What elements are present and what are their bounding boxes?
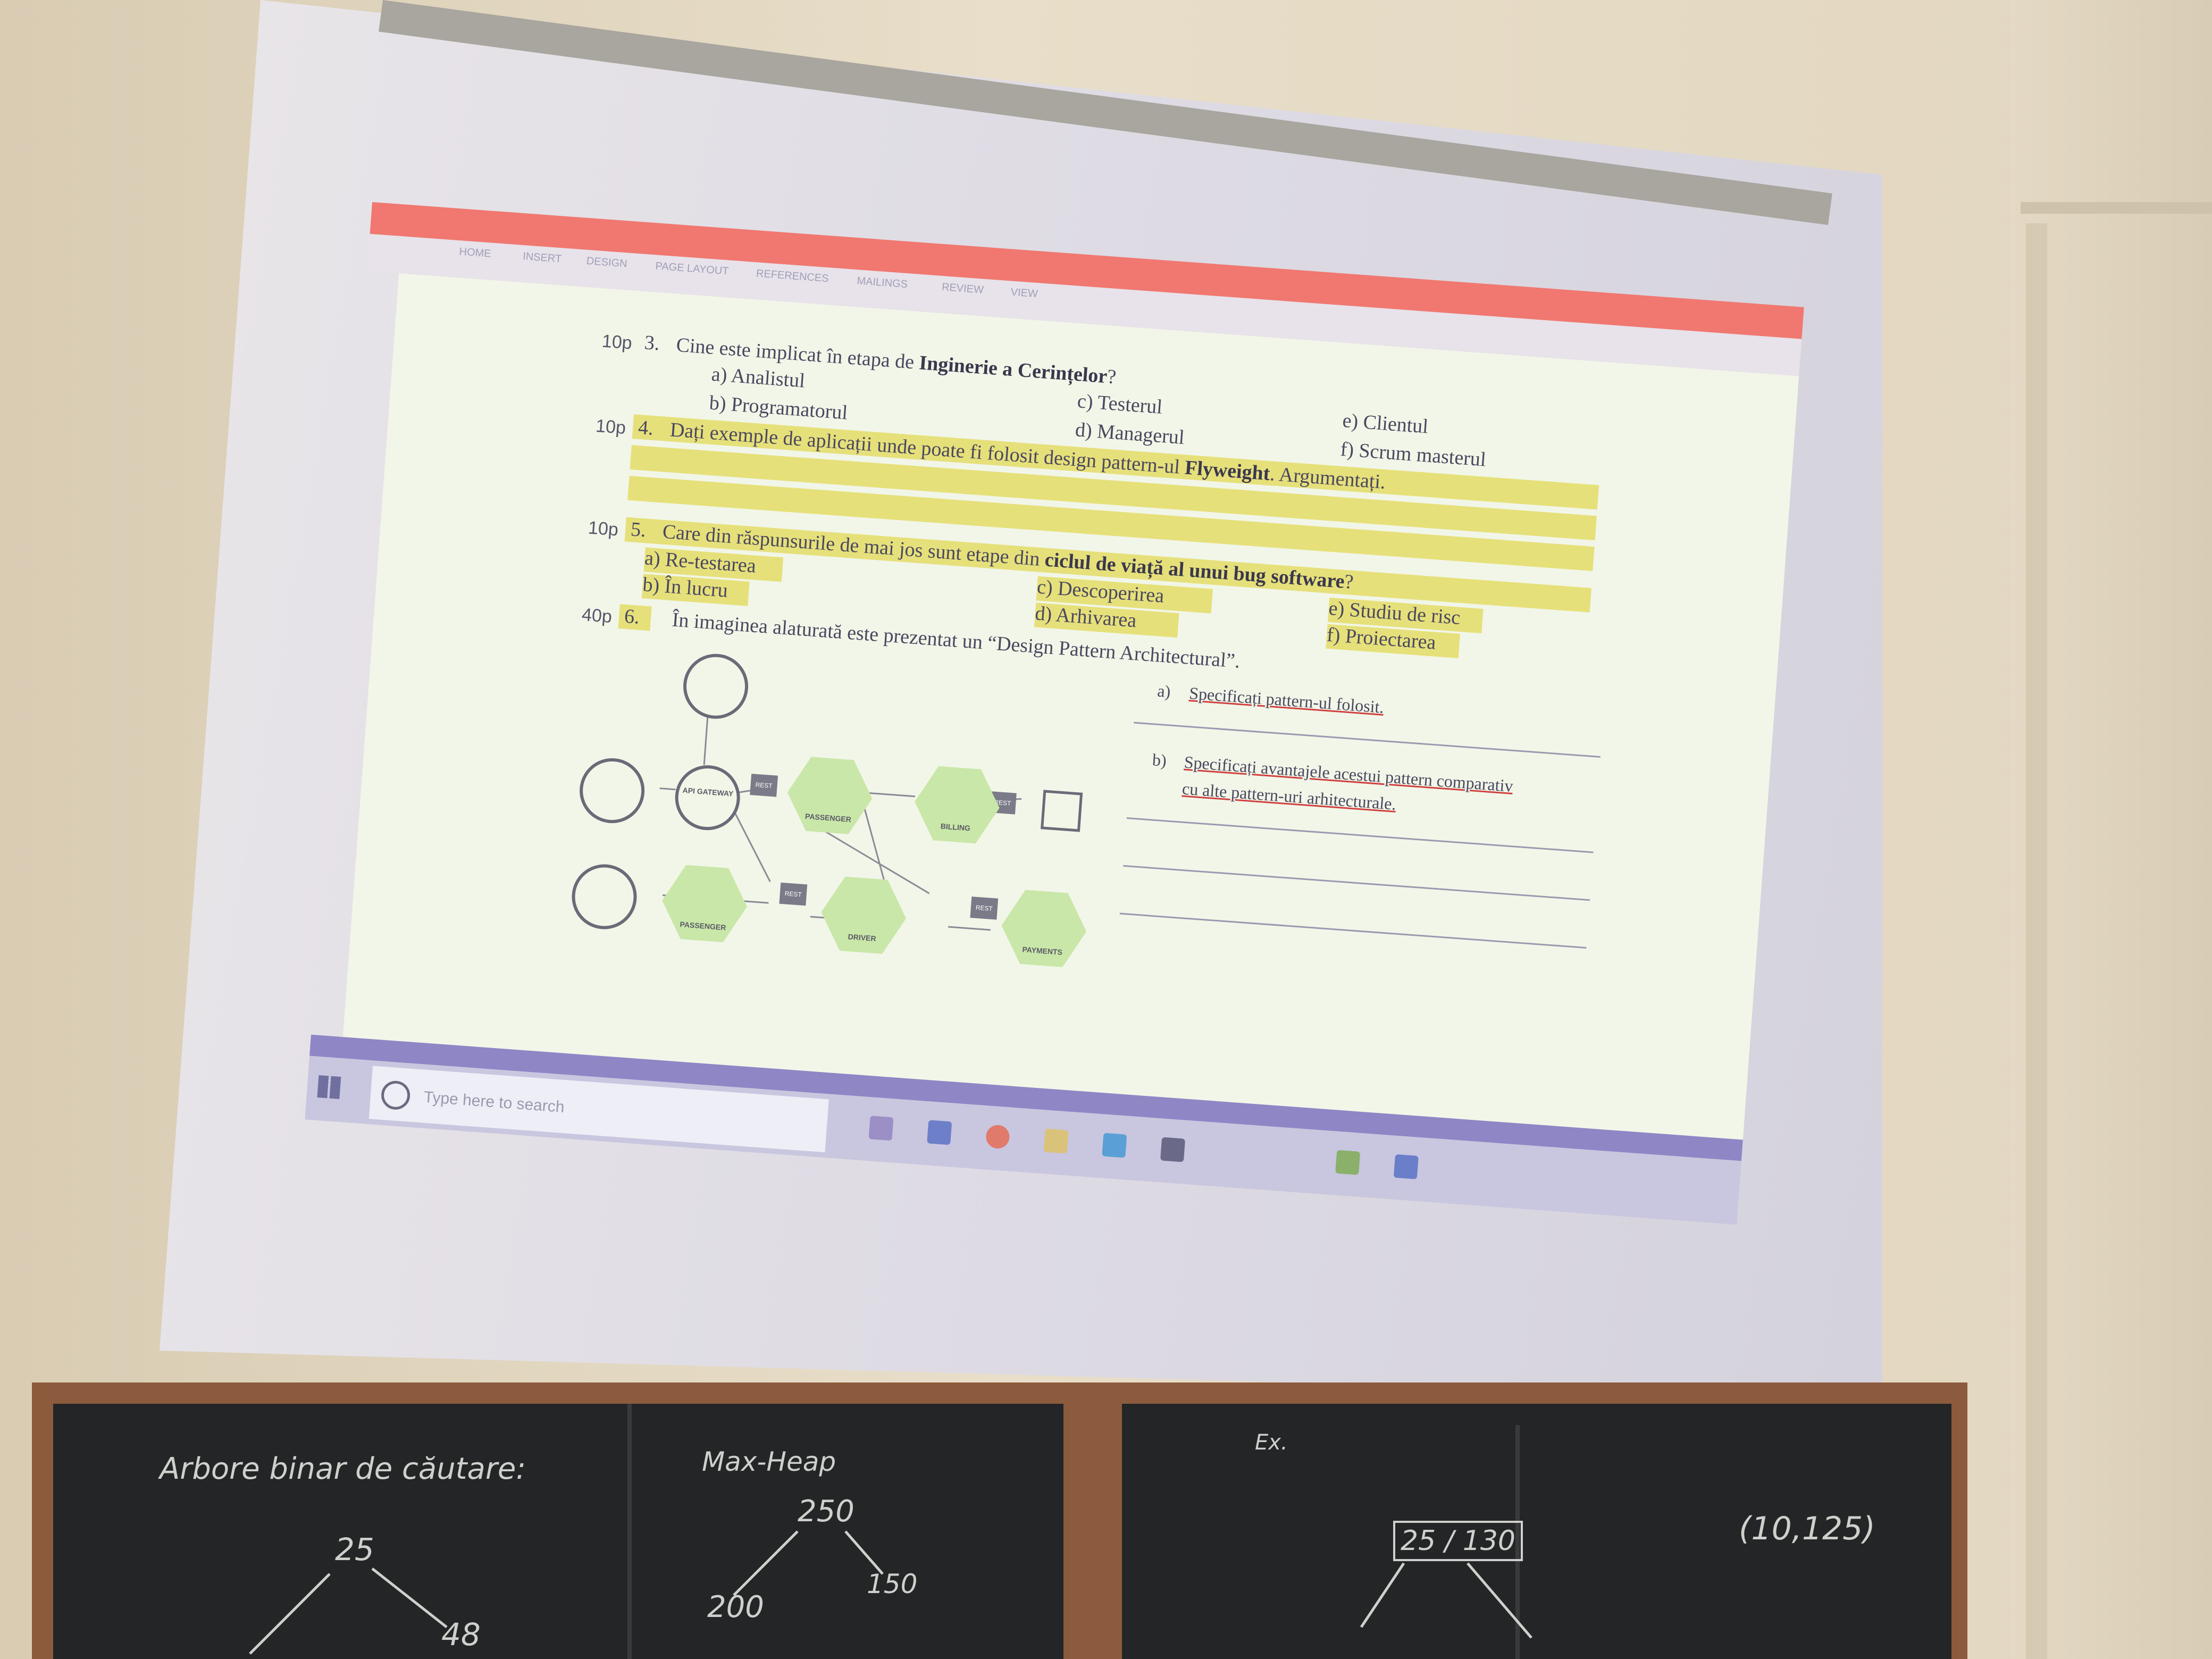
- q5-number: 5.: [630, 518, 647, 542]
- rest-tag-4: REST: [970, 896, 999, 920]
- rest-tag-1: REST: [750, 774, 778, 797]
- chalk-right-node: 25 / 130: [1393, 1521, 1523, 1561]
- chalk-heap-title: Max-Heap: [702, 1446, 836, 1477]
- chalk-bst-title: Arbore binar de căutare:: [160, 1452, 526, 1486]
- projected-word-window: HOME INSERT DESIGN PAGE LAYOUT REFERENCE…: [305, 202, 1804, 1225]
- q3-points: 10p: [601, 331, 633, 354]
- chalk-heap-right: 150: [867, 1569, 918, 1599]
- chalk-right-pair: (10,125): [1739, 1510, 1875, 1547]
- tab-view[interactable]: VIEW: [1010, 286, 1038, 300]
- word-icon[interactable]: [1393, 1154, 1419, 1179]
- api-gateway-label: API GATEWAY: [682, 785, 734, 798]
- board-divider-left: [627, 1404, 632, 1659]
- q3-option-d: d) Managerul: [1074, 418, 1185, 449]
- q3-option-c: c) Testerul: [1076, 390, 1163, 418]
- answer-line-b2: [1123, 865, 1590, 901]
- q4-number: 4.: [637, 416, 655, 440]
- document-page: 10p 3. Cine este implicat în etapa de In…: [342, 273, 1799, 1140]
- q5-text-post: ?: [1343, 570, 1354, 594]
- tab-home[interactable]: HOME: [459, 246, 491, 260]
- chalk-heap-left: 200: [707, 1590, 764, 1624]
- q6-sub-a: Specificați pattern-ul folosit.: [1188, 683, 1385, 717]
- q4-text-bold: Flyweight: [1184, 456, 1271, 485]
- answer-line-a: [1134, 722, 1601, 758]
- blackboard-left: [53, 1404, 1063, 1659]
- q4-points: 10p: [594, 415, 627, 439]
- file-explorer-icon[interactable]: [1043, 1128, 1069, 1154]
- q3-number: 3.: [643, 331, 660, 355]
- q6-sub-a-label: a): [1157, 681, 1171, 701]
- answer-line-b3: [1119, 912, 1587, 949]
- q6-number: 6.: [623, 605, 641, 629]
- app-l-icon[interactable]: [1102, 1133, 1127, 1158]
- rest-tag-3: REST: [779, 882, 808, 906]
- wall-pipe-vertical: [2026, 223, 2047, 1659]
- edge-icon[interactable]: [927, 1120, 952, 1145]
- wall-pipe: [2021, 202, 2212, 214]
- mail-icon[interactable]: [1160, 1137, 1186, 1162]
- chalk-right-top: Ex.: [1255, 1430, 1288, 1455]
- q3-text-post: ?: [1106, 365, 1117, 389]
- windows-start-icon[interactable]: [317, 1075, 341, 1100]
- q3-option-b: b) Programatorul: [708, 391, 849, 424]
- chalk-bst-root: 25: [335, 1531, 374, 1568]
- q3-text-bold: Inginerie a Cerințelor: [918, 351, 1108, 388]
- q6-points: 40p: [581, 605, 613, 627]
- q3-option-e: e) Clientul: [1342, 409, 1429, 438]
- q3-option-f: f) Scrum masterul: [1339, 438, 1487, 471]
- microservices-diagram: API GATEWAY REST REST REST REST PASSENGE…: [569, 636, 1137, 992]
- chalk-heap-root: 250: [798, 1494, 854, 1529]
- q5-points: 10p: [587, 517, 619, 540]
- chalk-bst-child: 48: [441, 1616, 481, 1653]
- q5-option-a: a) Re-testarea: [643, 547, 757, 577]
- q3-option-a: a) Analistul: [710, 363, 806, 392]
- answer-line-b1: [1126, 817, 1594, 853]
- notification-icon: [1041, 790, 1083, 832]
- excel-icon[interactable]: [1335, 1150, 1361, 1175]
- store-icon[interactable]: [868, 1116, 894, 1141]
- q4-text-post: . Argumentați.: [1269, 463, 1387, 493]
- q6-sub-b-label: b): [1151, 750, 1168, 770]
